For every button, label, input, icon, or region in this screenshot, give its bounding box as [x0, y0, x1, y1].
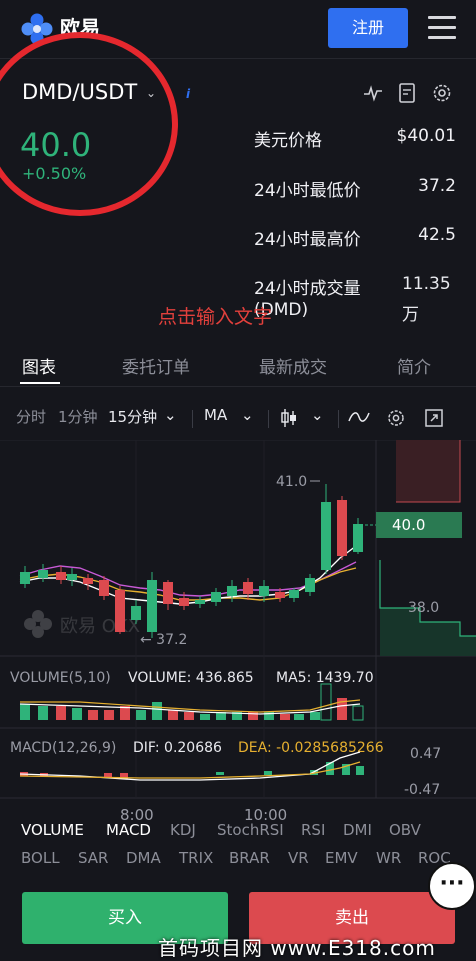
macd-dif: DIF: 0.20686	[133, 740, 222, 756]
volume-24h-label: 24小时成交量	[254, 279, 361, 299]
chart-watermark: 欧易 OKX	[60, 616, 140, 637]
indicator-stochrsi[interactable]: StochRSI	[217, 821, 284, 839]
tab-chart[interactable]: 图表	[22, 353, 56, 378]
indicator-sar[interactable]: SAR	[78, 849, 108, 867]
candlestick-type-icon[interactable]	[280, 408, 298, 428]
tab-orders[interactable]: 委托订单	[122, 353, 190, 378]
macd-title: MACD(12,26,9)	[10, 740, 116, 756]
more-options-button[interactable]: ···	[428, 862, 476, 910]
ma-indicator-option[interactable]: MA	[204, 406, 227, 424]
indicator-kdj[interactable]: KDJ	[170, 821, 196, 839]
divider	[268, 410, 269, 428]
kline-chart-canvas[interactable]: 欧易 OKX 41.0 ← 37.2 40.0 38.0 VOLUME(5,10…	[0, 440, 476, 800]
macd-dea: DEA: -0.0285685266	[238, 740, 384, 756]
chevron-down-icon[interactable]: ⌄	[311, 406, 324, 424]
high-24h-label: 24小时最高价	[254, 230, 361, 250]
candlesticks	[20, 484, 363, 638]
low-marker-label: ← 37.2	[140, 632, 187, 648]
indicator-boll[interactable]: BOLL	[21, 849, 60, 867]
document-icon[interactable]	[396, 82, 418, 104]
interval-1m-option[interactable]: 1分钟	[58, 406, 98, 427]
indicator-dma[interactable]: DMA	[126, 849, 161, 867]
register-button[interactable]: 注册	[328, 8, 408, 48]
indicator-volume[interactable]: VOLUME	[21, 821, 84, 839]
divider	[192, 410, 193, 428]
pulse-chart-icon[interactable]	[362, 82, 384, 104]
high-24h-value: 42.5	[418, 225, 456, 245]
chart-toolbar: 分时 1分钟 15分钟 ⌄ MA ⌄ ⌄	[0, 396, 476, 438]
annotation-red-circle	[0, 32, 178, 216]
footer-watermark: 首码项目网 www.E318.com	[158, 936, 436, 960]
indicator-emv[interactable]: EMV	[325, 849, 358, 867]
indicator-macd[interactable]: MACD	[106, 821, 151, 839]
indicator-obv[interactable]: OBV	[389, 821, 421, 839]
annotation-hint-text: 点击输入文字	[158, 306, 273, 328]
indicator-rsi[interactable]: RSI	[301, 821, 325, 839]
tab-intro[interactable]: 简介	[397, 353, 431, 378]
volume-value: VOLUME: 436.865	[128, 670, 254, 686]
content-tabs: 图表 委托订单 最新成交 简介	[0, 340, 476, 387]
macd-axis-bottom: -0.47	[404, 782, 440, 798]
volume-title: VOLUME(5,10)	[10, 670, 111, 686]
high-marker-label: 41.0	[276, 474, 307, 490]
divider	[338, 410, 339, 428]
active-tab-indicator	[20, 382, 60, 384]
indicator-brar[interactable]: BRAR	[229, 849, 270, 867]
low-24h-label: 24小时最低价	[254, 181, 361, 201]
indicator-wr[interactable]: WR	[376, 849, 401, 867]
hamburger-menu-icon[interactable]	[428, 16, 456, 40]
kline-chart[interactable]: 欧易 OKX 41.0 ← 37.2 40.0 38.0 VOLUME(5,10…	[0, 440, 476, 800]
price-axis-38: 38.0	[408, 600, 439, 616]
info-icon[interactable]: i	[180, 86, 196, 102]
usd-price-value: $40.01	[396, 126, 456, 146]
indicator-trix[interactable]: TRIX	[179, 849, 213, 867]
usd-price-label: 美元价格	[254, 131, 322, 151]
okx-watermark-icon	[24, 610, 52, 638]
volume-24h-value: 11.35	[402, 274, 451, 294]
macd-axis-top: 0.47	[410, 746, 441, 762]
interval-15m-option[interactable]: 15分钟	[108, 406, 157, 427]
volume-24h-unit: 万	[402, 305, 419, 325]
indicator-dmi[interactable]: DMI	[343, 821, 372, 839]
fullscreen-icon[interactable]	[424, 408, 444, 428]
timeshare-option[interactable]: 分时	[16, 406, 46, 427]
chevron-down-icon[interactable]: ⌄	[241, 406, 254, 424]
line-drawing-icon[interactable]	[348, 410, 370, 424]
low-24h-value: 37.2	[418, 176, 456, 196]
ask-depth-area	[396, 440, 460, 502]
tab-trades[interactable]: 最新成交	[259, 353, 327, 378]
current-price-label: 40.0	[392, 516, 425, 534]
settings-gear-icon[interactable]	[431, 82, 453, 104]
indicator-vr[interactable]: VR	[288, 849, 309, 867]
chevron-down-icon[interactable]: ⌄	[164, 406, 177, 424]
chart-settings-icon[interactable]	[386, 408, 406, 428]
